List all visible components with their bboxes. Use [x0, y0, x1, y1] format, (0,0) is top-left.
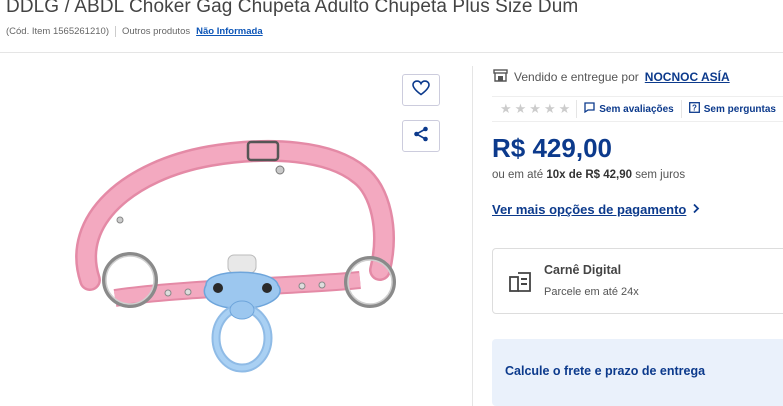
reviews-link[interactable]: Sem avaliações: [576, 100, 681, 118]
product-image[interactable]: [60, 120, 400, 380]
share-button[interactable]: [402, 120, 440, 152]
product-meta: (Cód. Item 1565261210) Outros produtos N…: [6, 26, 263, 37]
product-price: R$ 429,00: [492, 133, 612, 163]
question-icon: ?: [688, 102, 700, 116]
svg-text:?: ?: [692, 104, 697, 113]
more-payment-options-link[interactable]: Ver mais opções de pagamento: [492, 202, 700, 217]
receipt-icon: [509, 269, 531, 298]
chevron-right-icon: [692, 202, 700, 217]
rating-stars: ★★★★★: [500, 101, 574, 116]
seller-link[interactable]: NOCNOC ASÍA: [645, 70, 730, 84]
header-divider: [0, 52, 783, 53]
questions-label: Sem perguntas: [703, 103, 776, 115]
installments: ou em até 10x de R$ 42,90 sem juros: [492, 169, 685, 181]
install-prefix: ou em até: [492, 169, 544, 181]
heart-icon: [412, 79, 430, 101]
share-icon: [413, 126, 429, 147]
favorite-button[interactable]: [402, 74, 440, 106]
reviews-label: Sem avaliações: [599, 103, 674, 115]
shipping-calculator[interactable]: Calcule o frete e prazo de entrega: [492, 339, 783, 406]
others-link[interactable]: Não Informada: [196, 26, 263, 37]
install-count: 10x de R$ 42,90: [546, 169, 633, 181]
column-divider: [472, 66, 473, 406]
divider: [114, 26, 116, 37]
install-suffix: sem juros: [635, 169, 686, 181]
carne-digital-card[interactable]: Carnê Digital Parcele em até 24x: [492, 248, 783, 314]
product-title: DDLG / ABDL Choker Gag Chupeta Adulto Ch…: [6, 0, 579, 17]
chat-icon: [584, 102, 595, 116]
reviews-bar: ★★★★★ Sem avaliações ? Sem perguntas: [492, 96, 783, 122]
more-payment-label: Ver mais opções de pagamento: [492, 202, 687, 217]
store-icon: [493, 69, 508, 85]
others-label: Outros produtos: [121, 26, 191, 37]
seller-info: Vendido e entregue por NOCNOC ASÍA: [493, 69, 730, 85]
seller-prefix: Vendido e entregue por: [514, 70, 639, 84]
questions-link[interactable]: ? Sem perguntas: [680, 100, 783, 118]
product-code: (Cód. Item 1565261210): [6, 26, 109, 37]
carne-subtitle: Parcele em até 24x: [544, 286, 639, 298]
shipping-label: Calcule o frete e prazo de entrega: [505, 364, 706, 378]
carne-title: Carnê Digital: [544, 263, 622, 277]
